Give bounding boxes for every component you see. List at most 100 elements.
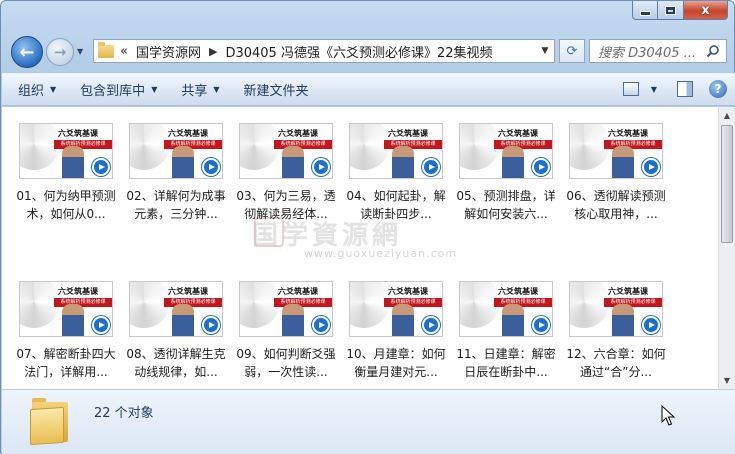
- video-file-item[interactable]: 六爻筑基课 系统解析预测必修课 09、如何判断爻强弱，一次性读...: [236, 281, 336, 381]
- object-count: 22 个对象: [94, 406, 154, 421]
- forward-arrow-icon: →: [53, 43, 67, 61]
- video-file-item[interactable]: 六爻筑基课 系统解析预测必修课 12、六合章：如何通过“合”分...: [566, 281, 666, 381]
- forward-button[interactable]: →: [46, 38, 74, 66]
- play-icon: [92, 316, 110, 334]
- presenter-image: [392, 146, 414, 178]
- view-dropdown-icon[interactable]: ▼: [651, 85, 657, 94]
- recent-pages-dropdown[interactable]: ▼: [77, 47, 87, 57]
- search-input[interactable]: 搜索 D30405 ...: [589, 39, 727, 63]
- thumbnail-banner: 系统解析预测必修课: [274, 298, 332, 307]
- video-thumbnail: 六爻筑基课系统解析预测必修课: [459, 123, 553, 179]
- search-icon[interactable]: [706, 44, 720, 58]
- presenter-image: [62, 146, 84, 178]
- file-name: 03、何为三易，透彻解读易经体...: [236, 189, 336, 221]
- preview-pane-icon[interactable]: [677, 81, 693, 97]
- video-thumbnail: 六爻筑基课系统解析预测必修课: [129, 281, 223, 337]
- vertical-scrollbar[interactable]: ▲ ▼: [718, 107, 735, 389]
- thumbnail-banner: 系统解析预测必修课: [54, 298, 112, 307]
- file-name: 07、解密断卦四大法门，详解用...: [16, 347, 116, 379]
- file-name: 04、如何起卦，解读断卦四步...: [346, 189, 446, 221]
- back-arrow-icon: ←: [19, 41, 35, 63]
- thumbnail-banner: 系统解析预测必修课: [494, 140, 552, 149]
- refresh-icon: ⟳: [566, 43, 578, 59]
- new-folder-button[interactable]: 新建文件夹: [244, 80, 309, 99]
- thumbnail-banner: 系统解析预测必修课: [164, 140, 222, 149]
- minimize-button[interactable]: [632, 1, 658, 20]
- caption-buttons: x: [632, 1, 728, 21]
- thumbnail-banner: 系统解析预测必修课: [274, 140, 332, 149]
- thumbnail-brand: 六爻筑基课: [498, 287, 538, 296]
- organize-label: 组织: [18, 84, 45, 99]
- play-icon: [202, 316, 220, 334]
- help-icon[interactable]: ?: [709, 80, 727, 98]
- watermark-url: www.guoxueziyuan.com: [304, 247, 458, 260]
- video-thumbnail: 六爻筑基课 系统解析预测必修课: [349, 281, 443, 337]
- breadcrumb-current[interactable]: D30405 冯德强《六爻预测必修课》22集视频: [225, 42, 492, 61]
- scroll-up-icon[interactable]: ▲: [719, 107, 735, 124]
- address-bar[interactable]: « 国学资源网 ▶ D30405 冯德强《六爻预测必修课》22集视频 ▼: [93, 39, 555, 63]
- video-file-item[interactable]: 六爻筑基课 系统解析预测必修课 10、月建章：如何衡量月建对元...: [346, 281, 446, 381]
- command-bar: 组织 ▼ 包含到库中 ▼ 共享 ▼ 新建文件夹 ▼ ?: [2, 73, 735, 106]
- include-in-library-label: 包含到库中: [80, 84, 146, 99]
- scroll-down-icon[interactable]: ▼: [719, 372, 735, 389]
- maximize-button[interactable]: [658, 1, 684, 20]
- presenter-image: [392, 304, 414, 336]
- play-icon: [312, 158, 330, 176]
- refresh-button[interactable]: ⟳: [559, 39, 585, 63]
- video-file-item[interactable]: 六爻筑基课 系统解析预测必修课 04、如何起卦，解读断卦四步...: [346, 123, 446, 223]
- share-menu[interactable]: 共享 ▼: [181, 80, 219, 99]
- file-list[interactable]: 国学資源網 www.guoxueziyuan.com 六爻筑基课 系统解析预测必修…: [2, 107, 735, 389]
- dropdown-arrow-icon: ▼: [151, 85, 158, 94]
- breadcrumb-overflow[interactable]: «: [120, 44, 128, 59]
- dropdown-arrow-icon: ▼: [213, 85, 220, 94]
- thumbnail-brand: 六爻筑基课: [168, 287, 208, 296]
- video-thumbnail: 六爻筑基课 系统解析预测必修课: [19, 123, 113, 179]
- video-thumbnail: 六爻筑基课系统解析预测必修课: [239, 123, 333, 179]
- file-name: 01、何为纳甲预测术，如何从0...: [16, 189, 116, 221]
- presenter-image: [612, 146, 634, 178]
- thumbnail-brand: 六爻筑基课: [278, 129, 318, 138]
- video-file-item[interactable]: 六爻筑基课 系统解析预测必修课 06、透彻解读预测核心取用神，...: [566, 123, 666, 223]
- include-in-library-menu[interactable]: 包含到库中 ▼: [80, 80, 157, 99]
- back-button[interactable]: ←: [11, 36, 43, 68]
- video-file-item[interactable]: 六爻筑基课 系统解析预测必修课 07、解密断卦四大法门，详解用...: [16, 281, 116, 381]
- explorer-window: x ← → ▼ « 国学资源网 ▶ D30405 冯德强《六爻预测必修课》22集…: [0, 0, 735, 454]
- video-file-item[interactable]: 六爻筑基课 系统解析预测必修课 01、何为纳甲预测术，如何从0...: [16, 123, 116, 223]
- minimize-icon: [639, 10, 651, 16]
- presenter-image: [172, 146, 194, 178]
- change-view-icon[interactable]: [622, 82, 639, 96]
- video-file-item[interactable]: 六爻筑基课系统解析预测必修课 11、日建章：解密日辰在断卦中...: [456, 281, 556, 381]
- presenter-image: [172, 304, 194, 336]
- video-thumbnail: 六爻筑基课 系统解析预测必修课: [349, 123, 443, 179]
- scroll-thumb[interactable]: [721, 125, 733, 243]
- video-file-item[interactable]: 六爻筑基课 系统解析预测必修课 05、预测排盘，详解如何安装六...: [456, 123, 556, 223]
- breadcrumb-chevron-icon[interactable]: ▶: [209, 45, 217, 58]
- play-icon: [312, 316, 330, 334]
- thumbnail-brand: 六爻筑基课: [608, 129, 648, 138]
- breadcrumb-root[interactable]: 国学资源网: [136, 42, 201, 61]
- presenter-image: [502, 304, 524, 336]
- thumbnail-banner: 系统解析预测必修课: [494, 298, 552, 307]
- video-thumbnail: 六爻筑基课 系统解析预测必修课: [129, 123, 223, 179]
- large-folder-icon: [30, 396, 72, 446]
- toolbar-right: ▼ ?: [622, 80, 727, 98]
- organize-menu[interactable]: 组织 ▼: [18, 80, 56, 99]
- share-label: 共享: [181, 84, 208, 99]
- video-file-item[interactable]: 六爻筑基课系统解析预测必修课 03、何为三易，透彻解读易经体...: [236, 123, 336, 223]
- search-placeholder: 搜索 D30405 ...: [598, 45, 697, 61]
- video-file-item[interactable]: 六爻筑基课 系统解析预测必修课 02、详解何为成事元素，三分钟...: [126, 123, 226, 223]
- video-file-item[interactable]: 六爻筑基课 系统解析预测必修课 08、透彻详解生克动线规律，如...: [126, 281, 226, 381]
- play-icon: [642, 158, 660, 176]
- play-icon: [642, 316, 660, 334]
- thumbnail-banner: 系统解析预测必修课: [164, 298, 222, 307]
- new-folder-label: 新建文件夹: [243, 84, 309, 99]
- thumbnail-brand: 六爻筑基课: [608, 287, 648, 296]
- mouse-cursor-icon: [661, 405, 675, 426]
- file-name: 02、详解何为成事元素，三分钟...: [126, 189, 226, 221]
- thumbnail-brand: 六爻筑基课: [58, 129, 98, 138]
- file-name: 11、日建章：解密日辰在断卦中...: [456, 347, 556, 379]
- file-name: 09、如何判断爻强弱，一次性读...: [236, 347, 336, 379]
- thumbnail-brand: 六爻筑基课: [498, 129, 538, 138]
- close-button[interactable]: x: [684, 1, 728, 20]
- address-dropdown-icon[interactable]: ▼: [536, 46, 554, 56]
